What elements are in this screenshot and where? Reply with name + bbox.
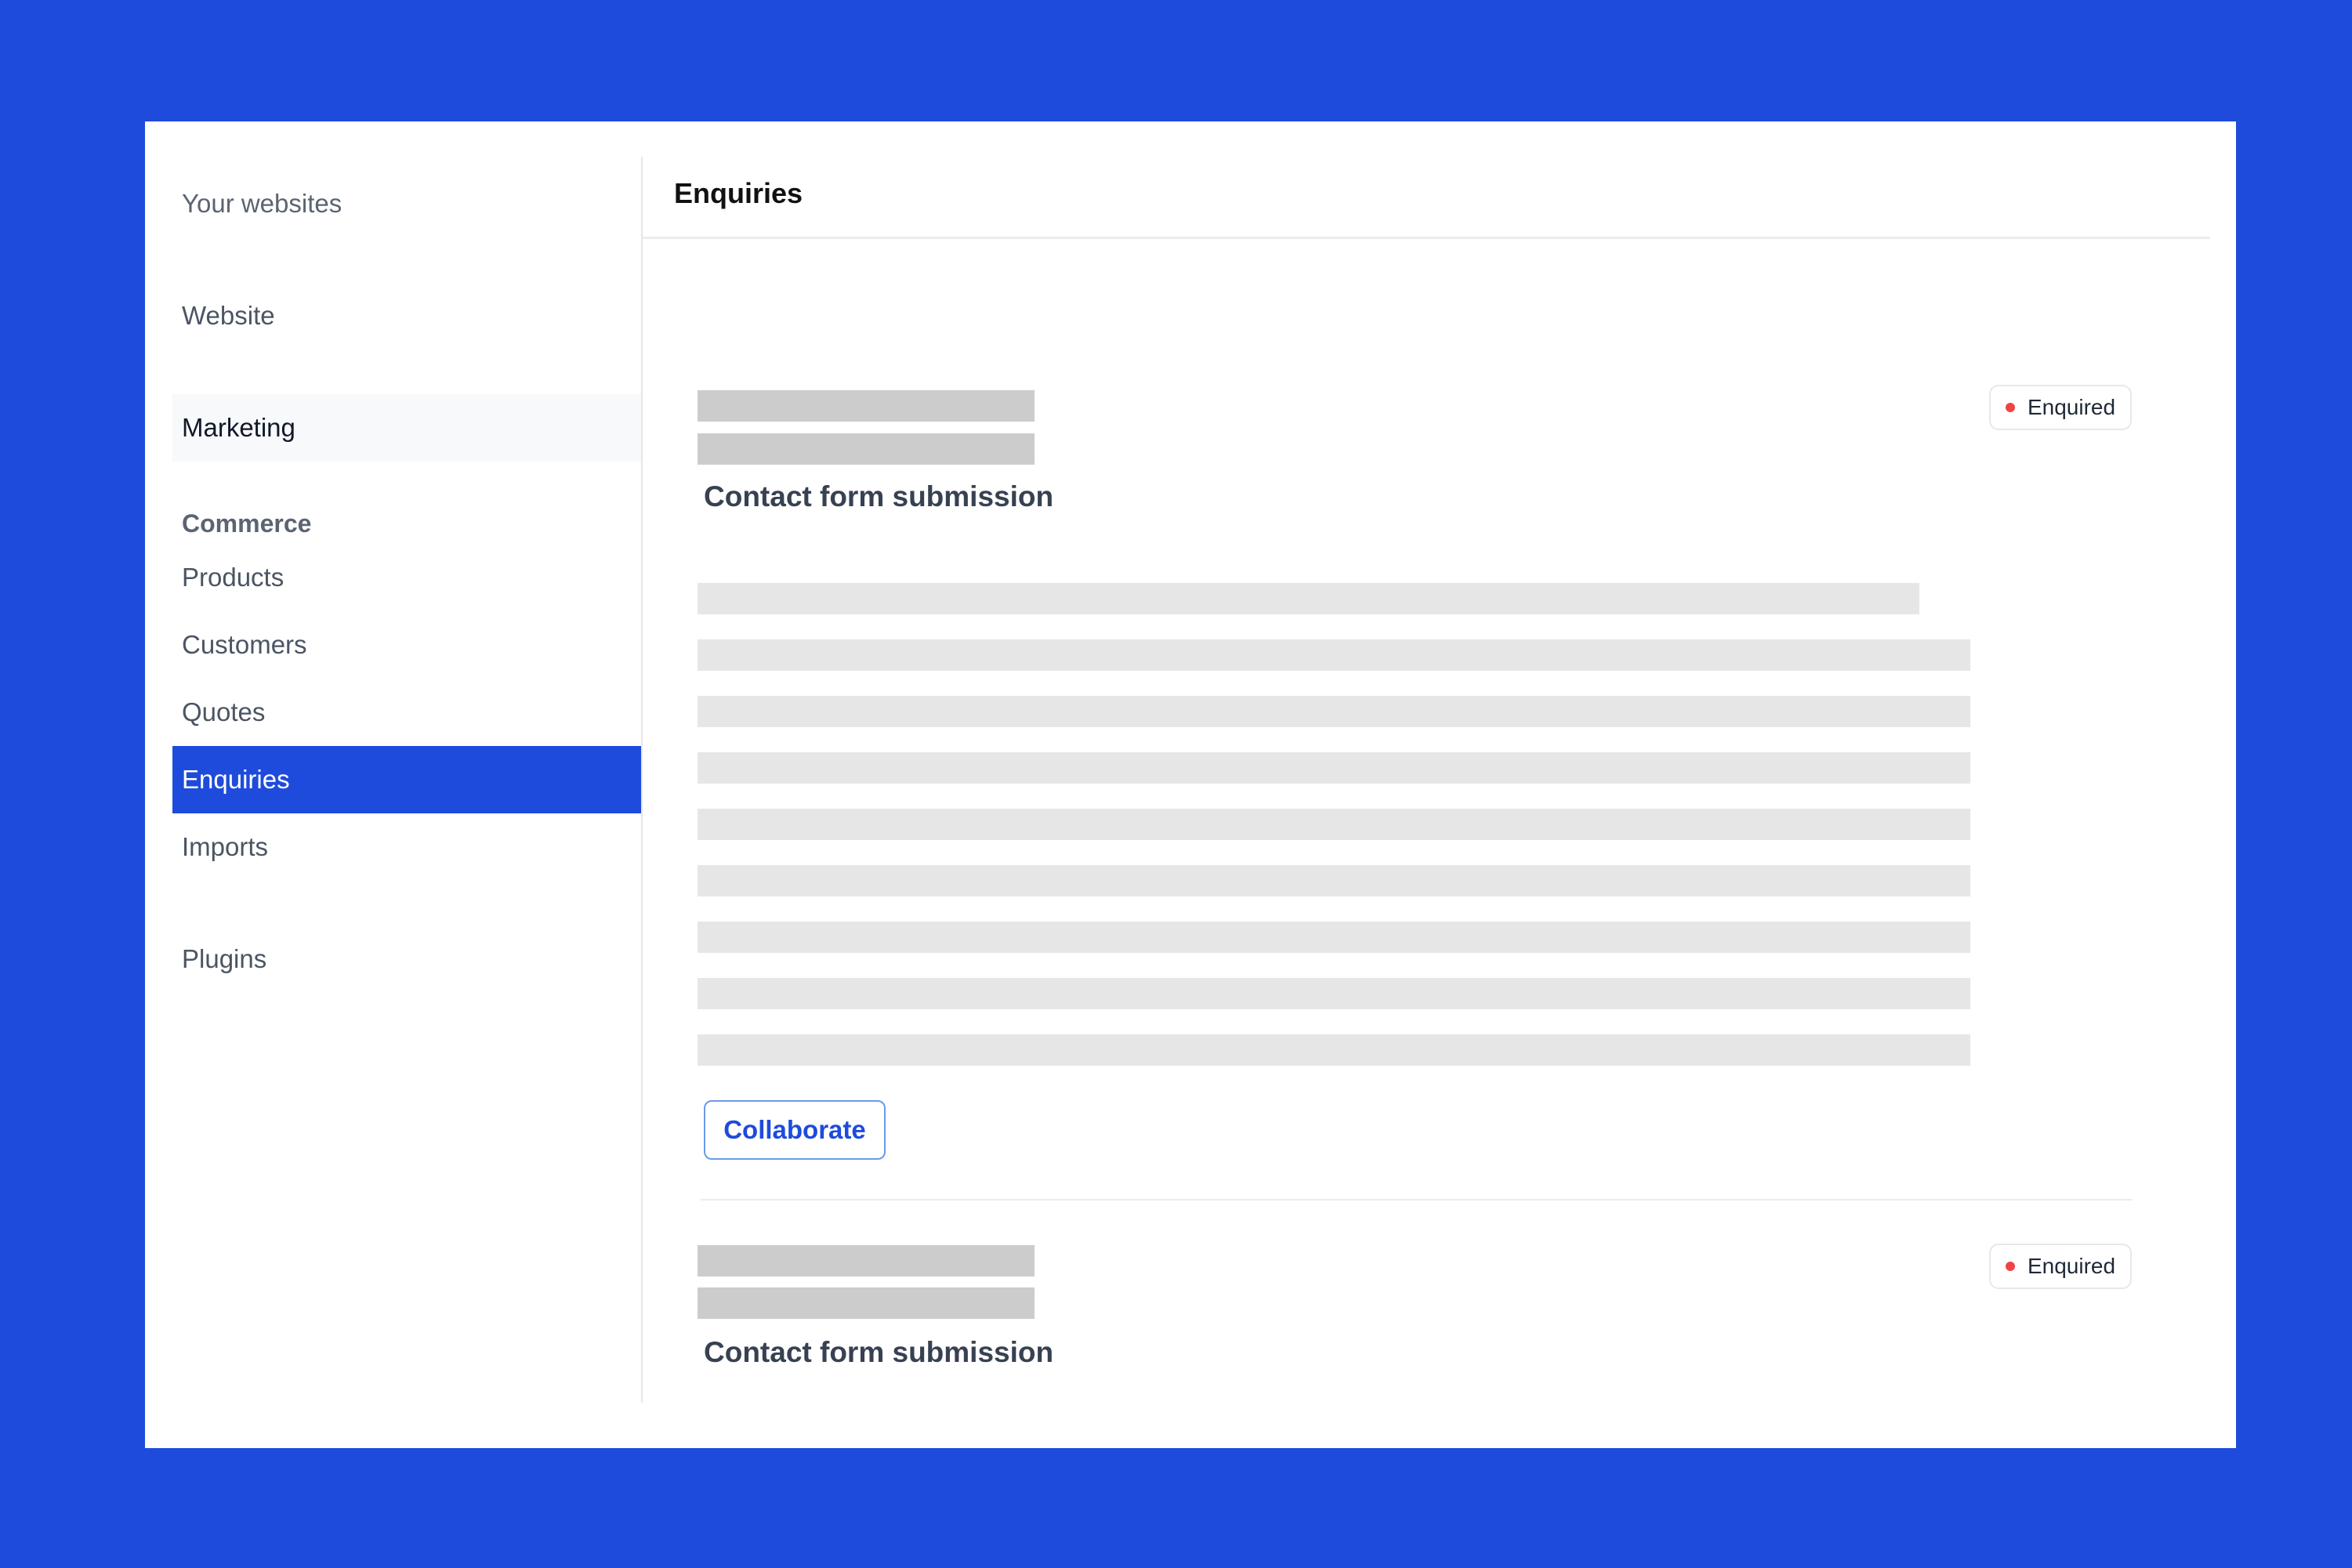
message-line <box>698 978 1970 1009</box>
status-dot-icon <box>2005 1262 2015 1271</box>
redacted-email <box>698 433 1035 465</box>
message-line <box>698 752 1970 784</box>
sidebar-item-label: Plugins <box>182 944 267 973</box>
sidebar: Your websites Website Marketing Commerce… <box>172 157 643 1403</box>
sidebar-item-website[interactable]: Website <box>172 282 641 349</box>
message-line <box>698 1034 1970 1066</box>
sidebar-heading-commerce: Commerce <box>182 509 312 538</box>
message-line <box>698 922 1970 953</box>
message-line <box>698 583 1919 614</box>
sidebar-item-products[interactable]: Products <box>172 544 641 611</box>
message-line <box>698 809 1970 840</box>
status-badge: Enquired <box>1989 1244 2132 1289</box>
enquiry-title: Contact form submission <box>704 1336 1054 1368</box>
redacted-name <box>698 390 1035 422</box>
status-badge: Enquired <box>1989 385 2132 430</box>
page-header: Enquiries <box>643 157 2210 239</box>
sidebar-item-customers[interactable]: Customers <box>172 611 641 679</box>
enquiry-title: Contact form submission <box>704 480 1054 512</box>
sidebar-item-imports[interactable]: Imports <box>172 813 641 881</box>
app-window: Your websites Website Marketing Commerce… <box>145 121 2236 1448</box>
sidebar-item-label: Your websites <box>182 189 342 218</box>
enquiry-card: Enquired Contact form submission <box>698 1244 2132 1402</box>
sidebar-item-quotes[interactable]: Quotes <box>172 679 641 746</box>
message-line <box>698 865 1970 896</box>
page-title: Enquiries <box>674 177 803 209</box>
enquiry-card: Enquired Contact form submission Collabo… <box>698 385 2132 1252</box>
message-line <box>698 639 1970 671</box>
redacted-email <box>698 1287 1035 1319</box>
main-content: Enquiries Enquired Contact form submissi… <box>643 157 2210 1403</box>
redacted-name <box>698 1245 1035 1276</box>
sidebar-item-label: Imports <box>182 832 269 861</box>
sidebar-item-enquiries[interactable]: Enquiries <box>172 746 641 813</box>
sidebar-item-plugins[interactable]: Plugins <box>172 925 641 993</box>
sidebar-item-your-websites[interactable]: Your websites <box>172 170 641 237</box>
status-label: Enquired <box>2027 1254 2116 1278</box>
entry-divider <box>701 1199 2132 1200</box>
sidebar-item-marketing[interactable]: Marketing <box>172 394 641 462</box>
status-label: Enquired <box>2027 395 2116 419</box>
sidebar-item-label: Website <box>182 301 275 330</box>
sidebar-item-label: Enquiries <box>182 765 290 794</box>
sidebar-item-label: Customers <box>182 630 307 659</box>
status-dot-icon <box>2005 403 2015 412</box>
collaborate-button[interactable]: Collaborate <box>704 1100 886 1160</box>
sidebar-item-label: Marketing <box>182 413 295 442</box>
sidebar-item-label: Quotes <box>182 697 266 726</box>
sidebar-item-label: Products <box>182 563 284 592</box>
message-line <box>698 696 1970 727</box>
